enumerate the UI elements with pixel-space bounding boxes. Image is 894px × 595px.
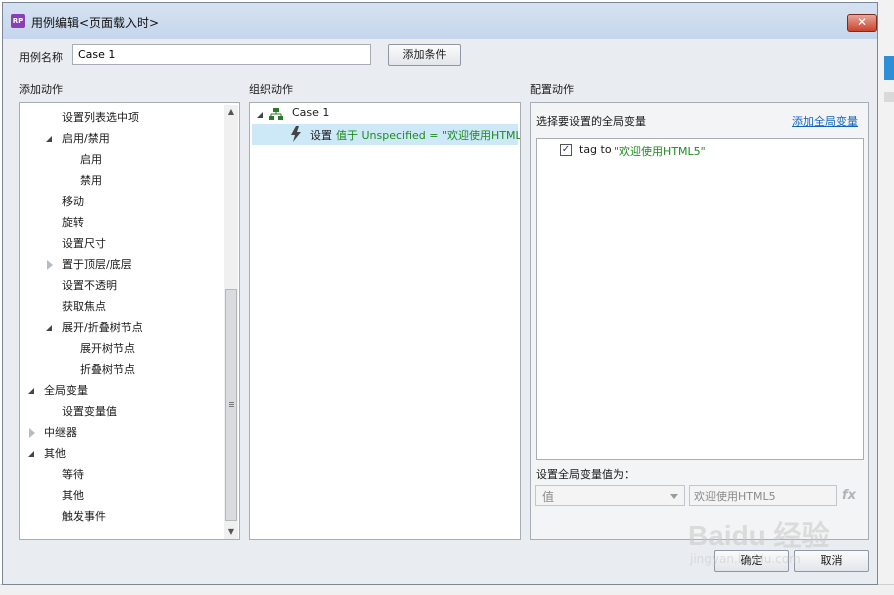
background-app-strip (878, 0, 894, 594)
scroll-up-icon[interactable]: ▲ (224, 105, 238, 119)
organize-actions-panel: Case 1 设置 值于 Unspecified = "欢迎使用HTML5" (249, 102, 521, 540)
tree-item[interactable]: 其他 (62, 488, 84, 504)
selected-action-row[interactable]: 设置 值于 Unspecified = "欢迎使用HTML5" (252, 124, 521, 145)
variable-checkbox[interactable]: ✓ (560, 144, 572, 156)
add-actions-tree: 设置列表选中项 启用/禁用启用禁用移动旋转设置尺寸置于顶层/底层 设置不透明获取焦点… (19, 102, 240, 540)
tree-item[interactable]: 折叠树节点 (80, 362, 135, 378)
tree-item[interactable]: 设置变量值 (62, 404, 117, 420)
tree-item[interactable]: 移动 (62, 194, 84, 210)
expand-case-icon[interactable] (257, 112, 263, 118)
value-type-selected: 值 (542, 490, 555, 504)
tree-item[interactable]: 启用/禁用 (62, 131, 110, 147)
tree-item[interactable]: 全局变量 (44, 383, 88, 399)
set-value-label: 设置全局变量值为： (536, 468, 635, 481)
case-node-icon (269, 108, 283, 120)
tree-item[interactable]: 触发事件 (62, 509, 106, 525)
background-app-block (884, 92, 894, 102)
window-title: 用例编辑<页面载入时> (31, 16, 160, 30)
tree-item[interactable]: 设置尺寸 (62, 236, 106, 252)
select-global-label: 选择要设置的全局变量 (536, 115, 646, 128)
action-prefix: 设置 (310, 129, 332, 142)
tree-item[interactable]: 旋转 (62, 215, 84, 231)
configure-actions-panel: 选择要设置的全局变量 添加全局变量 ✓ tag to "欢迎使用HTML5" 设… (530, 102, 869, 540)
configure-actions-heading: 配置动作 (530, 83, 574, 96)
tree-item[interactable]: 设置列表选中项 (62, 110, 139, 126)
expand-node-icon[interactable] (28, 388, 34, 394)
tree-item[interactable]: 启用 (80, 152, 102, 168)
add-condition-button[interactable]: 添加条件 (388, 44, 461, 66)
watermark-url-text: jingyan.baidu.com (690, 552, 801, 566)
tree-item[interactable]: 设置不透明 (62, 278, 117, 294)
case-name-input[interactable] (72, 44, 371, 65)
global-variable-list: ✓ tag to "欢迎使用HTML5" (536, 138, 864, 460)
title-bar: RP 用例编辑<页面载入时> ✕ (3, 3, 877, 39)
tree-item[interactable]: 置于顶层/底层 (62, 257, 132, 273)
expand-node-icon[interactable] (46, 136, 52, 142)
watermark-logo-text: Baidu 经验 (688, 520, 830, 551)
close-button[interactable]: ✕ (847, 14, 877, 32)
tree-item[interactable]: 其他 (44, 446, 66, 462)
global-value-input[interactable] (689, 485, 837, 506)
tree-item[interactable]: 中继器 (44, 425, 77, 441)
axure-rp-icon: RP (11, 14, 25, 28)
tree-scrollbar[interactable]: ▲ ▼ (224, 105, 238, 539)
lightning-icon (291, 126, 301, 142)
case-node-label[interactable]: Case 1 (292, 105, 329, 121)
grip-icon (229, 402, 234, 403)
tree-item[interactable]: 等待 (62, 467, 84, 483)
tree-item[interactable]: 禁用 (80, 173, 102, 189)
chevron-down-icon (670, 494, 678, 499)
tree-item[interactable]: 展开树节点 (80, 341, 135, 357)
add-actions-heading: 添加动作 (19, 83, 63, 96)
expand-node-icon[interactable] (46, 325, 52, 331)
background-app-accent (884, 56, 894, 80)
tree-item[interactable]: 展开/折叠树节点 (62, 320, 143, 336)
add-global-variable-link[interactable]: 添加全局变量 (792, 113, 858, 129)
collapse-node-icon[interactable] (29, 428, 35, 438)
variable-name: tag to (579, 143, 612, 156)
scroll-down-icon[interactable]: ▼ (224, 525, 238, 539)
baidu-watermark: Baidu 经验 jingyan.baidu.com (688, 508, 848, 576)
action-detail: 值于 Unspecified = "欢迎使用HTML5" (336, 129, 521, 142)
expand-node-icon[interactable] (28, 451, 34, 457)
variable-value: "欢迎使用HTML5" (614, 145, 706, 158)
fx-button[interactable]: fx (842, 488, 856, 503)
background-app-footer (0, 584, 894, 595)
organize-actions-heading: 组织动作 (249, 83, 293, 96)
collapse-node-icon[interactable] (47, 260, 53, 270)
tree-item[interactable]: 获取焦点 (62, 299, 106, 315)
value-type-select[interactable]: 值 (535, 485, 685, 506)
scroll-thumb[interactable] (225, 289, 237, 521)
case-name-label: 用例名称 (19, 51, 63, 64)
